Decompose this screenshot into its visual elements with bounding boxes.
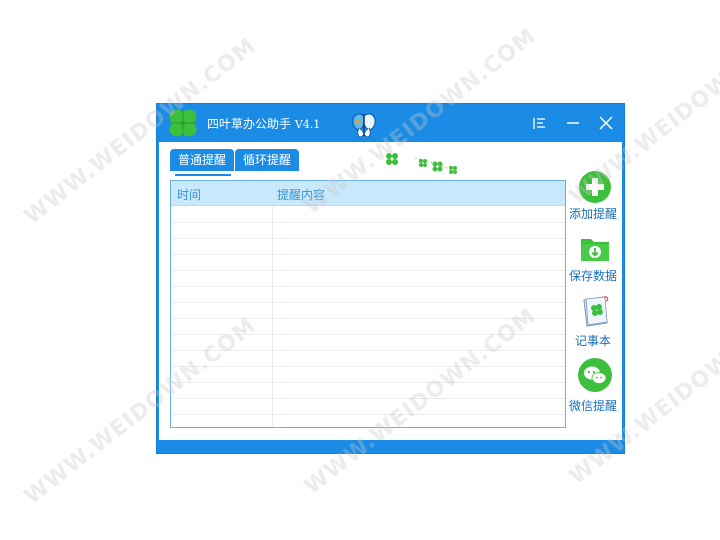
clover-decoration-icon <box>386 153 458 174</box>
close-button[interactable] <box>595 112 617 134</box>
add-reminder-button[interactable]: 添加提醒 <box>565 170 621 221</box>
table-row[interactable] <box>171 382 565 383</box>
wechat-reminder-label: 微信提醒 <box>568 399 617 413</box>
table-row[interactable] <box>171 286 565 287</box>
main-panel: 普通提醒 循环提醒 时间 提醒内容 添加提醒 保存数据 记事本 微信提醒 <box>159 142 622 440</box>
close-icon <box>599 116 613 130</box>
four-leaf-clover-logo-icon <box>169 109 197 137</box>
table-header: 时间 提醒内容 <box>171 181 565 206</box>
folder-download-icon <box>581 239 609 261</box>
window-title-text: 四叶草办公助手 <box>207 117 292 131</box>
tab-normal-reminder[interactable]: 普通提醒 <box>170 149 234 171</box>
table-row[interactable] <box>171 238 565 239</box>
column-divider <box>272 206 273 427</box>
minimize-button[interactable] <box>562 112 584 134</box>
wechat-reminder-button[interactable]: 微信提醒 <box>565 358 621 413</box>
save-data-button[interactable]: 保存数据 <box>565 232 621 283</box>
wechat-icon <box>578 358 612 392</box>
table-row[interactable] <box>171 254 565 255</box>
table-row[interactable] <box>171 222 565 223</box>
column-header-time: 时间 <box>177 188 202 202</box>
window-title: 四叶草办公助手 V4.1 <box>207 115 320 132</box>
table-row[interactable] <box>171 334 565 335</box>
plus-circle-icon <box>579 171 611 203</box>
column-header-content: 提醒内容 <box>277 188 326 202</box>
table-row[interactable] <box>171 398 565 399</box>
version-label: V4.1 <box>294 118 321 131</box>
notebook-icon <box>583 296 609 327</box>
table-row[interactable] <box>171 350 565 351</box>
table-row[interactable] <box>171 414 565 415</box>
add-reminder-label: 添加提醒 <box>568 207 617 221</box>
app-window: 四叶草办公助手 V4.1 普通提醒 循环提醒 时间 提醒内容 添加提醒 保存数据… <box>156 103 625 454</box>
table-row[interactable] <box>171 318 565 319</box>
menu-button[interactable] <box>529 112 551 134</box>
minimize-icon <box>567 122 579 124</box>
reminder-table[interactable]: 时间 提醒内容 <box>170 180 566 428</box>
butterfly-icon <box>352 113 376 138</box>
title-bar[interactable]: 四叶草办公助手 V4.1 <box>157 104 624 142</box>
menu-lines-icon <box>533 118 545 129</box>
tab-loop-reminder[interactable]: 循环提醒 <box>235 149 299 171</box>
notepad-label: 记事本 <box>574 334 611 348</box>
table-row[interactable] <box>171 302 565 303</box>
save-data-label: 保存数据 <box>568 269 617 283</box>
table-row[interactable] <box>171 270 565 271</box>
table-row[interactable] <box>171 366 565 367</box>
active-tab-indicator <box>175 174 231 176</box>
notepad-button[interactable]: 记事本 <box>565 294 621 348</box>
